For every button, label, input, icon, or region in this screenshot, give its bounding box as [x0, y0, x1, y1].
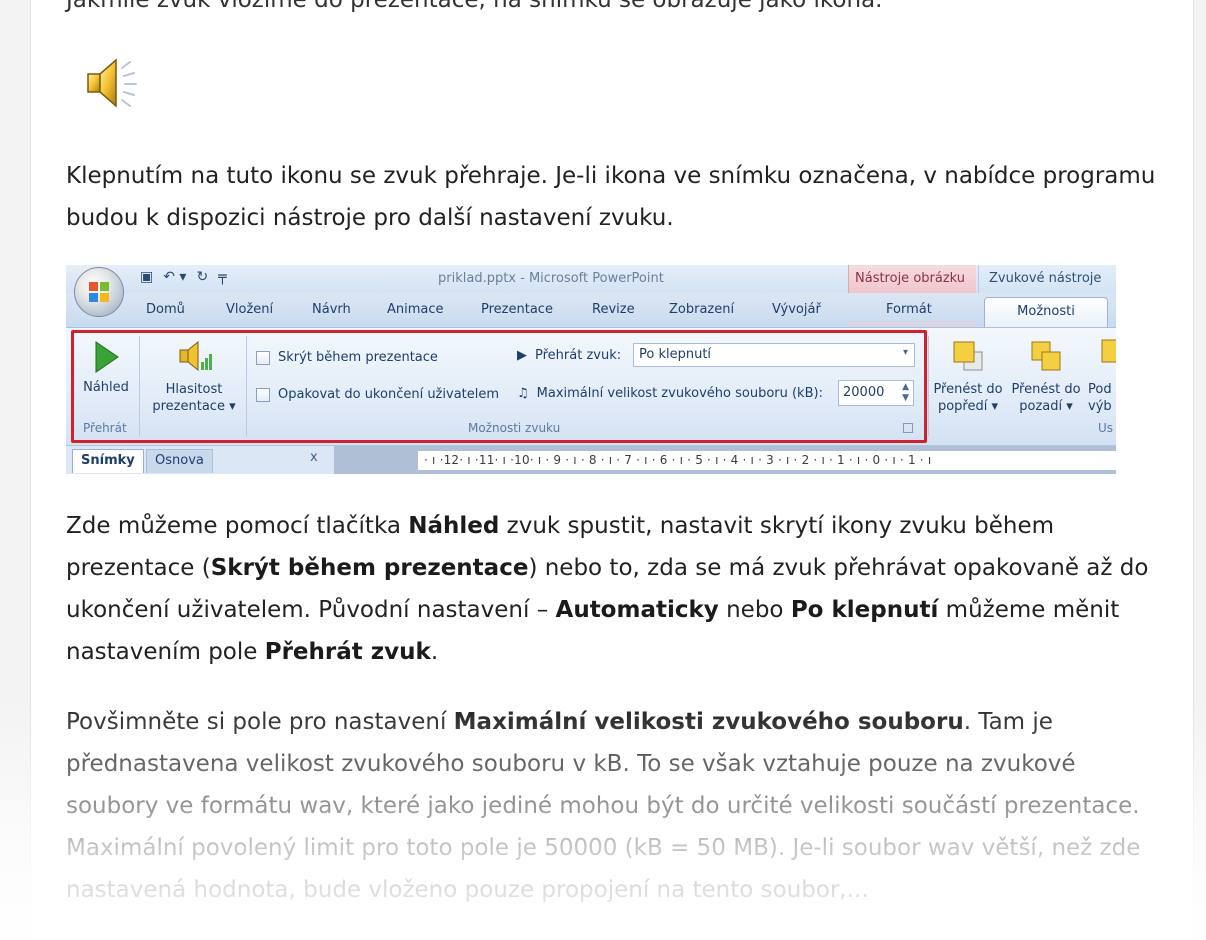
- volume-icon: [179, 340, 212, 372]
- max-size-label-row: ♫ Maximální velikost zvukového souboru (…: [517, 386, 823, 401]
- close-icon[interactable]: x: [310, 450, 318, 465]
- volume-button[interactable]: Hlasitost prezentace ▾: [146, 336, 242, 415]
- send-backward-icon: [1031, 341, 1061, 371]
- speaker-icon[interactable]: [84, 54, 140, 114]
- bold-automaticky: Automaticky: [555, 597, 719, 623]
- checkbox-box: [256, 350, 270, 365]
- chevron-down-icon: ▾: [902, 347, 908, 358]
- selection-pane-button[interactable]: Pod výb: [1088, 336, 1116, 415]
- powerpoint-ribbon-screenshot: ▣ ↶ ▾ ↻ ╤ priklad.pptx - Microsoft Power…: [66, 265, 1116, 474]
- play-icon: [95, 341, 119, 373]
- play-sound-dropdown[interactable]: Po klepnutí ▾: [633, 343, 915, 367]
- tab-format[interactable]: Formát: [886, 302, 932, 317]
- save-icon[interactable]: ▣: [140, 269, 153, 285]
- horizontal-ruler: · ı ·12· ı ·11· ı ·10· ı · 9 · ı · 8 · ı…: [418, 451, 1116, 470]
- bring-forward-button[interactable]: Přenést do popředí ▾: [930, 336, 1006, 415]
- max-size-value: 20000: [843, 385, 885, 400]
- play-sound-icon: ▶: [517, 348, 527, 363]
- bold-prehrat-zvuk: Přehrát zvuk: [264, 639, 431, 665]
- clipped-intro-line: Jakmile zvuk vložíme do prezentace, na s…: [66, 0, 883, 13]
- office-logo-icon: [89, 282, 109, 302]
- volume-label-line2: prezentace ▾: [152, 399, 236, 414]
- selection-label-1: Pod: [1088, 382, 1112, 397]
- bold-max-velikost: Maximální velikosti zvukového souboru: [453, 709, 964, 735]
- preview-button[interactable]: Náhled: [80, 340, 132, 396]
- checkbox-box: [256, 387, 270, 402]
- tab-insert[interactable]: Vložení: [226, 302, 273, 317]
- selection-label-2: výb: [1088, 399, 1112, 414]
- play-sound-value: Po klepnutí: [639, 347, 712, 362]
- window-title: priklad.pptx - Microsoft PowerPoint: [438, 271, 664, 286]
- context-picture-tools: Nástroje obrázku: [848, 265, 976, 293]
- bring-forward-icon: [953, 341, 983, 371]
- group-separator: [246, 336, 247, 436]
- bold-po-klepnuti: Po klepnutí: [790, 597, 939, 623]
- paragraph-icon-intro: Klepnutím na tuto ikonu se zvuk přehraje…: [66, 163, 1156, 231]
- sound-file-icon: ♫: [517, 386, 529, 401]
- tab-slides[interactable]: Snímky: [72, 449, 144, 473]
- send-backward-label-1: Přenést do: [1011, 382, 1081, 397]
- tab-developer[interactable]: Vývojář: [772, 302, 821, 317]
- tab-view[interactable]: Zobrazení: [669, 302, 734, 317]
- customize-qat-icon[interactable]: ╤: [218, 269, 226, 285]
- undo-icon[interactable]: ↶ ▾: [163, 269, 186, 285]
- window-titlebar: ▣ ↶ ▾ ↻ ╤ priklad.pptx - Microsoft Power…: [66, 265, 1116, 293]
- slides-pane-header: Snímky Osnova x · ı ·12· ı ·11· ı ·10· ı…: [66, 445, 1116, 474]
- context-sound-tools: Zvukové nástroje: [978, 265, 1116, 293]
- paragraph-preview: Zde můžeme pomocí tlačítka Náhled zvuk s…: [66, 513, 1149, 665]
- group-label-arrange: Us: [1098, 421, 1114, 435]
- play-sound-label: Přehrát zvuk:: [535, 348, 622, 363]
- bold-nahled: Náhled: [408, 513, 500, 539]
- ribbon-tab-row: Domů Vložení Návrh Animace Prezentace Re…: [66, 293, 1116, 355]
- group-separator: [139, 336, 140, 436]
- bring-forward-label-1: Přenést do: [933, 382, 1003, 397]
- quick-access-toolbar: ▣ ↶ ▾ ↻ ╤: [140, 269, 227, 285]
- ribbon-body: Náhled Přehrát Hlasitost prezentace ▾ Sk…: [66, 327, 1116, 445]
- max-size-spinner[interactable]: 20000 ▲ ▼: [838, 380, 914, 406]
- tab-review[interactable]: Revize: [592, 302, 635, 317]
- tab-options[interactable]: Možnosti: [984, 297, 1108, 329]
- office-button[interactable]: [74, 267, 124, 317]
- max-size-label: Maximální velikost zvukového souboru (kB…: [536, 386, 823, 401]
- redo-icon[interactable]: ↻: [196, 269, 208, 285]
- spinner-arrows-icon[interactable]: ▲ ▼: [902, 382, 909, 404]
- hide-during-show-label: Skrýt během prezentace: [278, 350, 438, 365]
- tab-slideshow[interactable]: Prezentace: [481, 302, 553, 317]
- group-label-play: Přehrát: [83, 421, 127, 435]
- paragraph-max-size: Povšimněte si pole pro nastavení Maximál…: [66, 709, 1141, 903]
- preview-label: Náhled: [83, 380, 129, 395]
- bring-forward-label-2: popředí ▾: [937, 399, 999, 414]
- selection-pane-icon: [1101, 339, 1116, 363]
- tab-outline[interactable]: Osnova: [146, 449, 213, 473]
- hide-during-show-checkbox[interactable]: Skrýt během prezentace: [256, 350, 438, 365]
- ruler-area: · ı ·12· ı ·11· ı ·10· ı · 9 · ı · 8 · ı…: [334, 446, 1116, 474]
- loop-until-stopped-label: Opakovat do ukončení uživatelem: [278, 387, 500, 402]
- group-label-sound-options: Možnosti zvuku: [468, 421, 561, 435]
- group-separator: [928, 336, 929, 436]
- dialog-launcher-icon[interactable]: [903, 423, 913, 433]
- bold-skryt: Skrýt během prezentace: [210, 555, 529, 581]
- tab-design[interactable]: Návrh: [312, 302, 351, 317]
- send-backward-label-2: pozadí ▾: [1019, 399, 1073, 414]
- tab-animations[interactable]: Animace: [387, 302, 444, 317]
- send-backward-button[interactable]: Přenést do pozadí ▾: [1008, 336, 1084, 415]
- volume-label-line1: Hlasitost: [165, 382, 223, 397]
- tab-home[interactable]: Domů: [146, 302, 185, 317]
- play-sound-label-row: ▶ Přehrát zvuk:: [517, 348, 621, 363]
- loop-until-stopped-checkbox[interactable]: Opakovat do ukončení uživatelem: [256, 387, 499, 402]
